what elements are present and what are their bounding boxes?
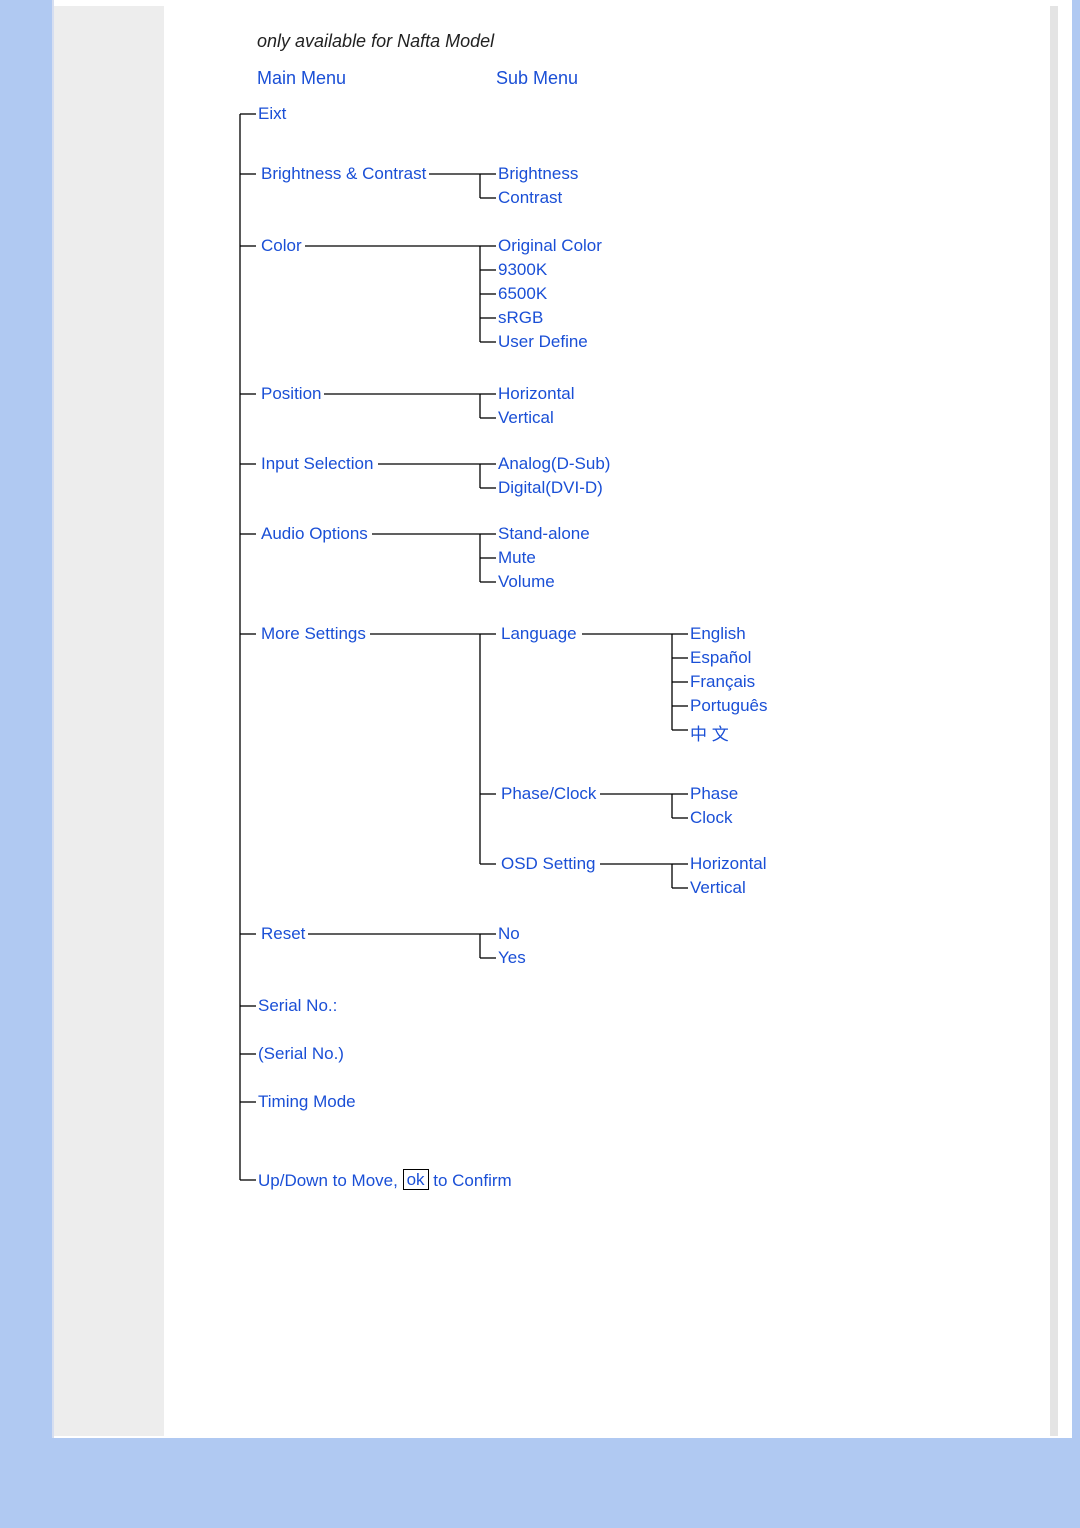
sub-contrast: Contrast (498, 188, 562, 208)
sub-reset-no: No (498, 924, 520, 944)
sub-language: Language (498, 624, 580, 644)
sub-osd-setting: OSD Setting (498, 854, 599, 874)
main-input-selection: Input Selection (258, 454, 376, 474)
sub-brightness: Brightness (498, 164, 578, 184)
sub-phase-clock: Phase/Clock (498, 784, 599, 804)
main-menu-header: Main Menu (257, 68, 346, 89)
main-instruction: Up/Down to Move, ok to Confirm (258, 1170, 512, 1191)
ok-box: ok (403, 1169, 429, 1190)
sub-menu-header: Sub Menu (496, 68, 578, 89)
sub-mute: Mute (498, 548, 536, 568)
main-more-settings: More Settings (258, 624, 369, 644)
sub-digital: Digital(DVI-D) (498, 478, 603, 498)
sub-original-color: Original Color (498, 236, 602, 256)
main-timing-mode: Timing Mode (258, 1092, 356, 1112)
sub2-espanol: Español (690, 648, 751, 668)
sub2-osd-v: Vertical (690, 878, 746, 898)
sub-standalone: Stand-alone (498, 524, 590, 544)
sub-volume: Volume (498, 572, 555, 592)
main-brightness-contrast: Brightness & Contrast (258, 164, 429, 184)
sub2-portugues: Português (690, 696, 768, 716)
sub2-english: English (690, 624, 746, 644)
main-serial-no-label: Serial No.: (258, 996, 337, 1016)
sub2-clock: Clock (690, 808, 733, 828)
sub-horizontal: Horizontal (498, 384, 575, 404)
sub2-phase: Phase (690, 784, 738, 804)
main-color: Color (258, 236, 305, 256)
main-serial-no-value: (Serial No.) (258, 1044, 344, 1064)
diagram-content: only available for Nafta Model Main Menu… (52, 6, 1072, 1436)
main-audio-options: Audio Options (258, 524, 371, 544)
sub-6500k: 6500K (498, 284, 547, 304)
sub2-chinese: 中 文 (690, 720, 729, 745)
sub-srgb: sRGB (498, 308, 543, 328)
sub2-francais: Français (690, 672, 755, 692)
main-exit: Eixt (258, 104, 286, 124)
sub-vertical: Vertical (498, 408, 554, 428)
sub2-osd-h: Horizontal (690, 854, 767, 874)
sub-9300k: 9300K (498, 260, 547, 280)
sub-user-define: User Define (498, 332, 588, 352)
main-position: Position (258, 384, 324, 404)
sub-analog: Analog(D-Sub) (498, 454, 610, 474)
note: only available for Nafta Model (257, 31, 494, 52)
main-reset: Reset (258, 924, 308, 944)
instruction-prefix: Up/Down to Move, (258, 1171, 403, 1190)
tree-connectors (52, 6, 1072, 1436)
instruction-suffix: to Confirm (429, 1171, 512, 1190)
sub-reset-yes: Yes (498, 948, 526, 968)
